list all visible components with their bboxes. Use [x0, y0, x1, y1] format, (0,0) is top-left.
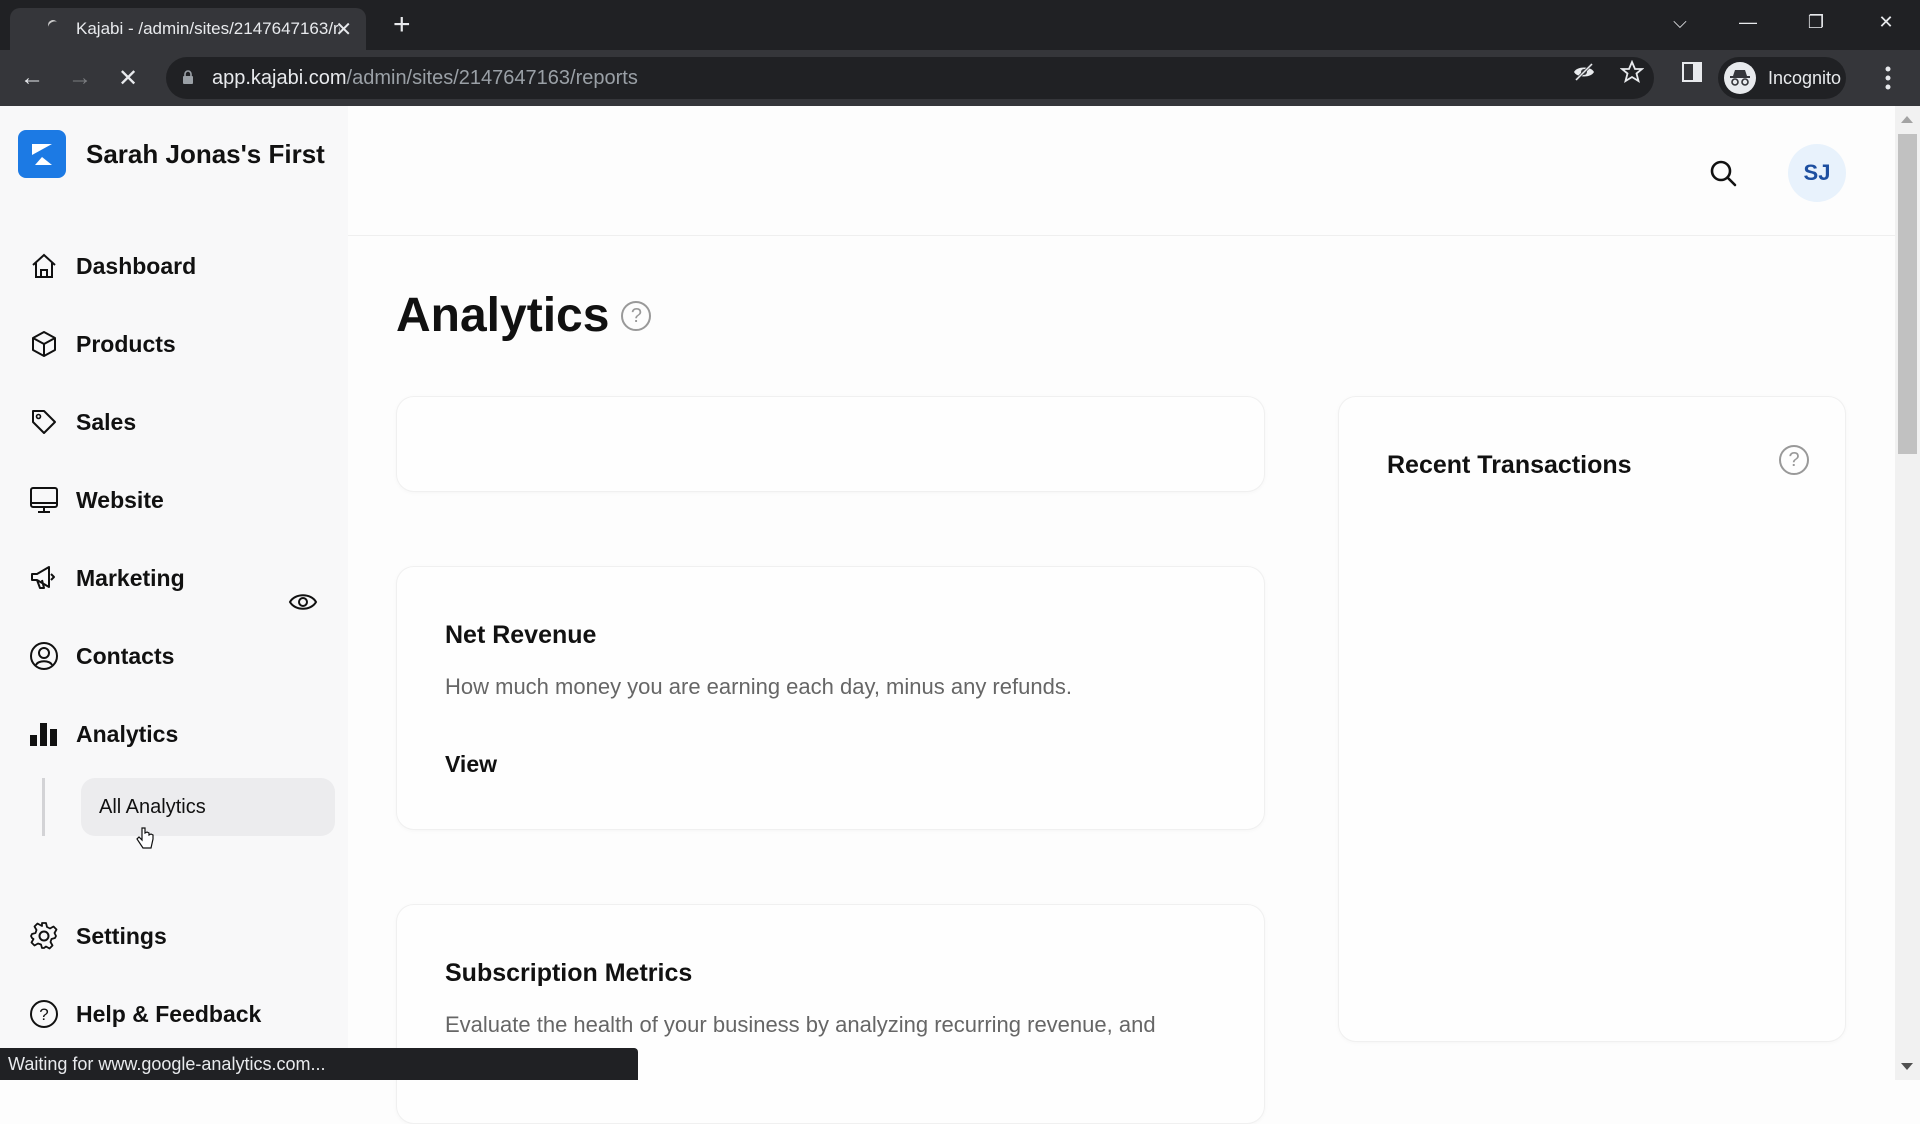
bookmark-star-icon[interactable] — [1620, 60, 1644, 84]
browser-toolbar: ← → ✕ app.kajabi.com/admin/sites/2147647… — [0, 50, 1920, 106]
new-tab-button[interactable]: + — [393, 8, 411, 42]
restore-button[interactable]: ❐ — [1786, 0, 1846, 44]
help-circle-icon: ? — [28, 998, 60, 1030]
browser-tab[interactable]: Kajabi - /admin/sites/2147647163/reports… — [10, 8, 366, 50]
site-name: Sarah Jonas's First — [86, 138, 325, 169]
address-bar[interactable]: app.kajabi.com/admin/sites/2147647163/re… — [166, 57, 1654, 99]
help-icon[interactable]: ? — [1779, 445, 1809, 475]
net-revenue-card: Net Revenue How much money you are earni… — [396, 566, 1265, 830]
sidebar-item-website[interactable]: Website — [28, 480, 328, 520]
card-description: How much money you are earning each day,… — [445, 674, 1072, 699]
forward-button[interactable]: → — [64, 62, 96, 94]
sidebar-item-label: Help & Feedback — [76, 1000, 262, 1027]
tracking-blocked-eye-icon[interactable] — [1572, 60, 1596, 84]
side-panel-icon[interactable] — [1680, 60, 1704, 84]
home-icon — [28, 250, 60, 282]
card-title: Recent Transactions — [1387, 451, 1632, 479]
user-circle-icon — [28, 640, 60, 672]
url-path: /admin/sites/2147647163/reports — [346, 66, 638, 89]
profile-label: Incognito — [1768, 67, 1842, 88]
sidebar-item-settings[interactable]: Settings — [28, 916, 328, 956]
megaphone-icon — [28, 562, 60, 594]
url-host: app.kajabi.com — [212, 66, 347, 89]
sidebar-item-marketing[interactable]: Marketing — [28, 558, 328, 598]
incognito-icon — [1724, 62, 1756, 94]
page-title-text: Analytics — [396, 289, 610, 342]
sidebar-item-analytics[interactable]: Analytics — [28, 714, 328, 754]
sidebar-subitem-all-analytics[interactable]: All Analytics — [81, 778, 335, 836]
sidebar-item-label: Products — [76, 330, 176, 357]
tab-title: Kajabi - /admin/sites/2147647163/reports — [76, 19, 340, 38]
page-title: Analytics ? — [396, 288, 652, 343]
sidebar: Sarah Jonas's First Dashboard Products S… — [0, 106, 348, 1080]
sidebar-item-label: Website — [76, 486, 164, 513]
sidebar-item-label: Dashboard — [76, 252, 197, 279]
scrollbar-thumb[interactable] — [1898, 134, 1917, 454]
hand-cursor-icon — [136, 827, 154, 849]
sidebar-subitem-label: All Analytics — [99, 795, 206, 818]
scroll-up-arrow-icon[interactable] — [1901, 116, 1913, 123]
sidebar-item-label: Sales — [76, 408, 137, 435]
site-brand[interactable]: Sarah Jonas's First — [18, 130, 325, 178]
view-link[interactable]: View — [445, 751, 497, 778]
browser-menu-icon[interactable] — [1880, 64, 1896, 92]
subscription-metrics-card: Subscription Metrics Evaluate the health… — [396, 904, 1265, 1124]
browser-status-bar: Waiting for www.google-analytics.com... — [0, 1048, 638, 1080]
search-icon[interactable] — [1708, 158, 1738, 188]
minimize-button[interactable]: — — [1718, 0, 1778, 44]
box-icon — [28, 328, 60, 360]
monitor-icon — [28, 484, 60, 516]
recent-transactions-card: Recent Transactions ? — [1338, 396, 1846, 1042]
sidebar-item-sales[interactable]: Sales — [28, 402, 328, 442]
sidebar-item-dashboard[interactable]: Dashboard — [28, 246, 328, 286]
sidebar-item-label: Contacts — [76, 642, 175, 669]
card-title: Subscription Metrics — [445, 959, 693, 987]
scroll-down-arrow-icon[interactable] — [1901, 1063, 1913, 1070]
stop-loading-button[interactable]: ✕ — [112, 62, 144, 94]
browser-tab-bar: Kajabi - /admin/sites/2147647163/reports… — [0, 0, 1920, 50]
kajabi-logo-icon — [18, 130, 66, 178]
tab-close-icon[interactable]: ✕ — [335, 17, 352, 42]
sidebar-item-label: Marketing — [76, 564, 185, 591]
submenu-divider — [42, 778, 45, 836]
tag-icon — [28, 406, 60, 438]
gear-icon — [28, 920, 60, 952]
loading-spinner-icon — [46, 18, 60, 32]
incognito-profile-button[interactable]: Incognito — [1718, 57, 1846, 99]
tab-search-icon[interactable]: ⌵ — [1650, 0, 1710, 44]
bar-chart-icon — [28, 718, 60, 750]
page-scrollbar[interactable] — [1895, 106, 1920, 1080]
card-title: Net Revenue — [445, 621, 597, 649]
sidebar-item-products[interactable]: Products — [28, 324, 328, 364]
sidebar-item-help-feedback[interactable]: ? Help & Feedback — [28, 994, 328, 1034]
back-button[interactable]: ← — [16, 62, 48, 94]
svg-text:?: ? — [39, 1005, 48, 1024]
sidebar-item-label: Settings — [76, 922, 167, 949]
top-header — [348, 106, 1895, 236]
sidebar-item-contacts[interactable]: Contacts — [28, 636, 328, 676]
empty-card — [396, 396, 1265, 492]
help-icon[interactable]: ? — [621, 300, 652, 331]
close-window-button[interactable]: ✕ — [1856, 0, 1916, 44]
sidebar-item-label: Analytics — [76, 720, 179, 747]
lock-icon — [183, 70, 193, 84]
user-avatar[interactable]: SJ — [1788, 144, 1846, 202]
